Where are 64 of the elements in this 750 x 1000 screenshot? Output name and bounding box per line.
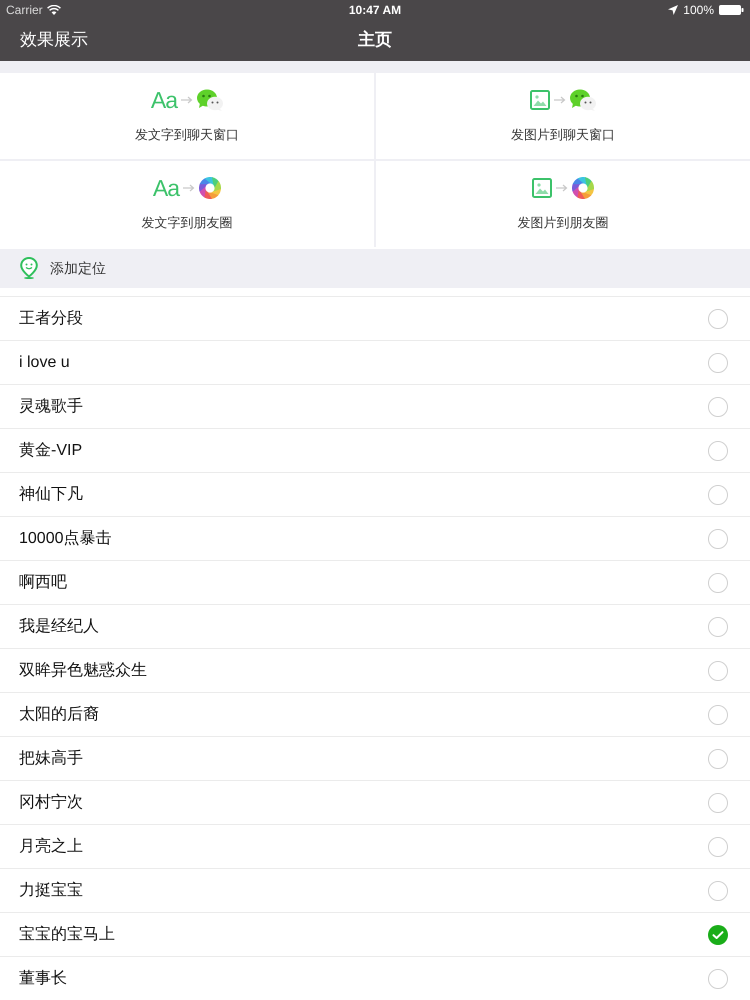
option-label: 神仙下凡 bbox=[19, 484, 83, 504]
battery-percent: 100% bbox=[683, 2, 714, 19]
option-label: 力挺宝宝 bbox=[19, 880, 83, 900]
share-tile-label: 发图片到朋友圈 bbox=[518, 214, 608, 232]
share-tile[interactable]: Aa 发文字到朋友圈 bbox=[0, 160, 374, 247]
option-row[interactable]: 王者分段 bbox=[0, 296, 750, 340]
chat-bubbles-icon bbox=[570, 88, 596, 111]
letters-icon: Aa bbox=[152, 176, 180, 200]
option-label: 灵魂歌手 bbox=[19, 396, 83, 416]
option-row[interactable]: 10000点暴击 bbox=[0, 516, 750, 560]
back-button[interactable]: 效果展示 bbox=[20, 29, 88, 52]
add-location-row[interactable]: 添加定位 bbox=[0, 248, 750, 288]
option-label: 王者分段 bbox=[19, 308, 83, 328]
option-label: 黄金-VIP bbox=[19, 440, 82, 460]
option-label: 啊西吧 bbox=[19, 572, 67, 592]
option-label: i love u bbox=[19, 352, 70, 372]
image-icon bbox=[530, 90, 550, 110]
option-row[interactable]: 力挺宝宝 bbox=[0, 868, 750, 912]
option-row[interactable]: 太阳的后裔 bbox=[0, 692, 750, 736]
option-row[interactable]: 宝宝的宝马上 bbox=[0, 912, 750, 956]
option-row[interactable]: 冈村宁次 bbox=[0, 780, 750, 824]
share-tile[interactable]: Aa 发文字到聊天窗口 bbox=[0, 72, 374, 159]
option-row[interactable]: 我是经纪人 bbox=[0, 604, 750, 648]
option-label: 宝宝的宝马上 bbox=[19, 924, 115, 944]
option-row[interactable]: 神仙下凡 bbox=[0, 472, 750, 516]
option-label: 冈村宁次 bbox=[19, 792, 83, 812]
option-row[interactable]: 董事长 bbox=[0, 956, 750, 1000]
share-tile-label: 发文字到朋友圈 bbox=[142, 214, 232, 232]
option-row[interactable]: i love u bbox=[0, 340, 750, 384]
location-arrow-icon bbox=[668, 4, 678, 15]
arrow-right-icon bbox=[181, 96, 194, 104]
option-row[interactable]: 月亮之上 bbox=[0, 824, 750, 868]
checked-circle-icon[interactable] bbox=[708, 924, 728, 944]
option-label: 10000点暴击 bbox=[19, 528, 112, 548]
option-label: 月亮之上 bbox=[19, 836, 83, 856]
option-label: 太阳的后裔 bbox=[19, 704, 99, 724]
wifi-icon bbox=[46, 4, 61, 15]
aperture-icon bbox=[199, 176, 222, 199]
share-tile[interactable]: 发图片到朋友圈 bbox=[376, 160, 750, 247]
carrier-text: Carrier bbox=[6, 2, 43, 19]
status-time: 10:47 AM bbox=[348, 2, 402, 19]
aperture-icon bbox=[572, 176, 594, 199]
option-row[interactable]: 灵魂歌手 bbox=[0, 384, 750, 428]
map-pin-icon bbox=[20, 257, 38, 280]
option-label: 双眸异色魅惑众生 bbox=[19, 660, 147, 680]
chat-bubbles-icon bbox=[197, 88, 224, 111]
arrow-right-icon bbox=[554, 96, 566, 104]
battery-icon bbox=[719, 4, 744, 15]
option-row[interactable]: 啊西吧 bbox=[0, 560, 750, 604]
option-label: 董事长 bbox=[19, 968, 67, 988]
image-icon bbox=[532, 178, 552, 198]
option-row[interactable]: 把妹高手 bbox=[0, 736, 750, 780]
nav-title: 主页 bbox=[358, 29, 392, 52]
letters-icon: Aa bbox=[150, 88, 178, 112]
arrow-right-icon bbox=[556, 184, 568, 192]
share-tile-label: 发图片到聊天窗口 bbox=[511, 126, 615, 144]
option-label: 把妹高手 bbox=[19, 748, 83, 768]
option-row[interactable]: 黄金-VIP bbox=[0, 428, 750, 472]
add-location-label: 添加定位 bbox=[50, 258, 106, 278]
option-row[interactable]: 双眸异色魅惑众生 bbox=[0, 648, 750, 692]
share-tile-label: 发文字到聊天窗口 bbox=[135, 126, 239, 144]
arrow-right-icon bbox=[183, 184, 196, 192]
option-label: 我是经纪人 bbox=[19, 616, 99, 636]
share-tile[interactable]: 发图片到聊天窗口 bbox=[376, 72, 750, 159]
